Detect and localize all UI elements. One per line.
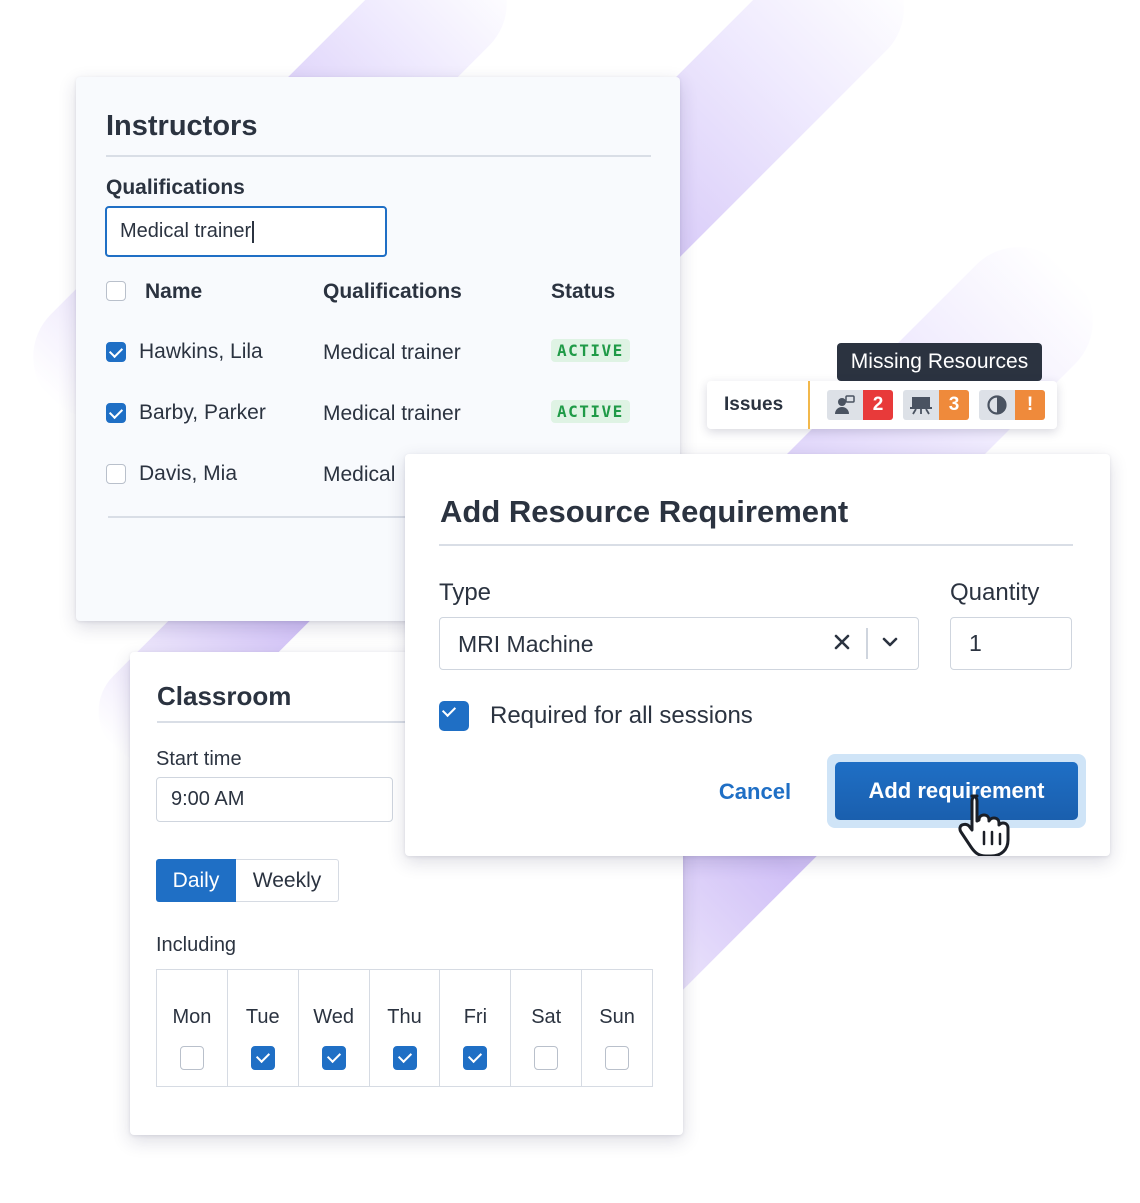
- dialog-divider: [439, 544, 1073, 546]
- instructor-qualification: Medical: [323, 463, 396, 486]
- instructor-qualification: Medical trainer: [323, 402, 461, 425]
- required-all-sessions-checkbox[interactable]: [439, 701, 469, 731]
- row-checkbox[interactable]: [106, 403, 126, 423]
- day-checkbox-fri[interactable]: [463, 1046, 488, 1070]
- qualifications-filter-input[interactable]: Medical trainer: [105, 206, 387, 257]
- day-sun: Sun: [582, 970, 652, 1086]
- status-badge: ACTIVE: [551, 400, 630, 423]
- frequency-daily-button[interactable]: Daily: [156, 859, 236, 902]
- day-checkbox-mon[interactable]: [179, 1046, 204, 1070]
- instructor-issue-count[interactable]: 2: [863, 390, 893, 420]
- type-select-value: MRI Machine: [458, 631, 594, 657]
- hand-cursor-icon: [956, 792, 1018, 861]
- clear-icon[interactable]: [833, 633, 851, 656]
- including-label: Including: [156, 934, 237, 956]
- quantity-value: 1: [969, 630, 982, 656]
- day-label: Mon: [172, 1006, 212, 1028]
- day-checkbox-thu[interactable]: [392, 1046, 417, 1070]
- day-sat: Sat: [511, 970, 583, 1086]
- cancel-button[interactable]: Cancel: [700, 772, 810, 812]
- quantity-input[interactable]: 1: [950, 617, 1072, 670]
- start-time-value: 9:00 AM: [171, 788, 245, 810]
- frequency-weekly-button[interactable]: Weekly: [236, 859, 339, 902]
- select-all-checkbox[interactable]: [106, 281, 126, 301]
- row-checkbox[interactable]: [106, 342, 126, 362]
- day-label: Wed: [313, 1006, 355, 1028]
- status-badge: ACTIVE: [551, 339, 630, 362]
- start-time-label: Start time: [156, 748, 242, 770]
- contrast-icon[interactable]: [979, 390, 1015, 420]
- issues-bar: Issues 2 3 !: [707, 381, 1057, 429]
- text-caret: [252, 220, 254, 243]
- type-select[interactable]: MRI Machine: [439, 617, 919, 670]
- quantity-label: Quantity: [950, 579, 1040, 606]
- classroom-issue-count[interactable]: 3: [939, 390, 969, 420]
- day-mon: Mon: [157, 970, 228, 1086]
- day-label: Fri: [463, 1006, 488, 1028]
- day-label: Sat: [531, 1006, 562, 1028]
- select-separator: [866, 628, 868, 659]
- type-label: Type: [439, 579, 492, 606]
- day-checkbox-tue[interactable]: [250, 1046, 275, 1070]
- day-checkbox-sat[interactable]: [534, 1046, 559, 1070]
- instructors-divider: [106, 155, 651, 157]
- missing-resources-tooltip: Missing Resources: [837, 343, 1042, 388]
- day-label: Tue: [245, 1006, 280, 1028]
- row-checkbox[interactable]: [106, 464, 126, 484]
- day-tue: Tue: [228, 970, 299, 1086]
- instructor-name: Hawkins, Lila: [139, 340, 263, 363]
- day-thu: Thu: [370, 970, 441, 1086]
- day-label: Sun: [599, 1006, 635, 1028]
- table-divider: [108, 516, 408, 518]
- start-time-input[interactable]: 9:00 AM: [156, 777, 393, 822]
- dialog-title: Add Resource Requirement: [440, 494, 849, 529]
- column-header-name[interactable]: Name: [145, 280, 202, 304]
- column-header-qualifications[interactable]: Qualifications: [323, 280, 462, 304]
- instructor-qualification: Medical trainer: [323, 341, 461, 364]
- issues-label: Issues: [724, 394, 784, 415]
- instructors-title: Instructors: [106, 110, 258, 142]
- day-checkbox-sun[interactable]: [605, 1046, 630, 1070]
- day-label: Thu: [387, 1006, 422, 1028]
- other-issue-count[interactable]: !: [1015, 390, 1045, 420]
- day-fri: Fri: [440, 970, 512, 1086]
- instructor-icon[interactable]: [827, 390, 863, 420]
- classroom-divider: [157, 721, 407, 723]
- column-header-status[interactable]: Status: [551, 280, 615, 304]
- qualifications-filter-value: Medical trainer: [120, 220, 252, 242]
- qualifications-filter-label: Qualifications: [106, 176, 245, 199]
- days-selector: Mon Tue Wed Thu Fri Sat Sun: [156, 969, 653, 1087]
- day-checkbox-wed[interactable]: [321, 1046, 346, 1070]
- issues-separator: [808, 381, 810, 429]
- required-all-sessions-label: Required for all sessions: [490, 702, 753, 729]
- instructor-name: Barby, Parker: [139, 401, 266, 424]
- classroom-icon[interactable]: [903, 390, 939, 420]
- chevron-down-icon[interactable]: [881, 635, 899, 654]
- classroom-title: Classroom: [157, 681, 292, 711]
- day-wed: Wed: [299, 970, 370, 1086]
- instructor-name: Davis, Mia: [139, 462, 238, 485]
